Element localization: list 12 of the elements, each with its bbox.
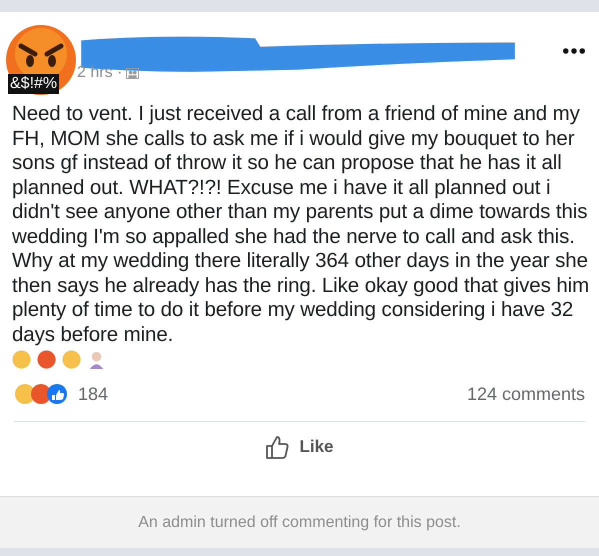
post-text: Need to vent. I just received a call from a friend of mine and my FH, MOM she calls to ask me if i would give my bouquet to her sons gf instead of throw it so he can propose that he has it all planned out. WHAT?!?! Excuse me i have it all planned out i didn't see anyone other than my parents put a dime towards this wedding I'm so appalled she had the nerve to call and ask this. Why at my wedding there literally 364 other days in the year she then says he already has the ring. Like okay good that gives him plenty of time to do it before my wedding considering i have 32 days before mine. (12, 102, 590, 347)
facepalm-figure-icon (87, 350, 106, 369)
group-icon (126, 68, 140, 78)
reaction-icons[interactable] (14, 383, 70, 405)
thumbs-up-icon (265, 434, 292, 460)
comment-count[interactable]: 124 comments (466, 384, 585, 404)
like-button[interactable]: Like (259, 432, 340, 462)
post-time[interactable]: 2 hrs · (77, 64, 122, 82)
more-options-icon[interactable] (563, 48, 585, 54)
reaction-count[interactable]: 184 (78, 384, 108, 404)
notice-text: An admin turned off commenting for this post. (138, 514, 461, 532)
avatar-caption: &$!#% (8, 74, 60, 94)
